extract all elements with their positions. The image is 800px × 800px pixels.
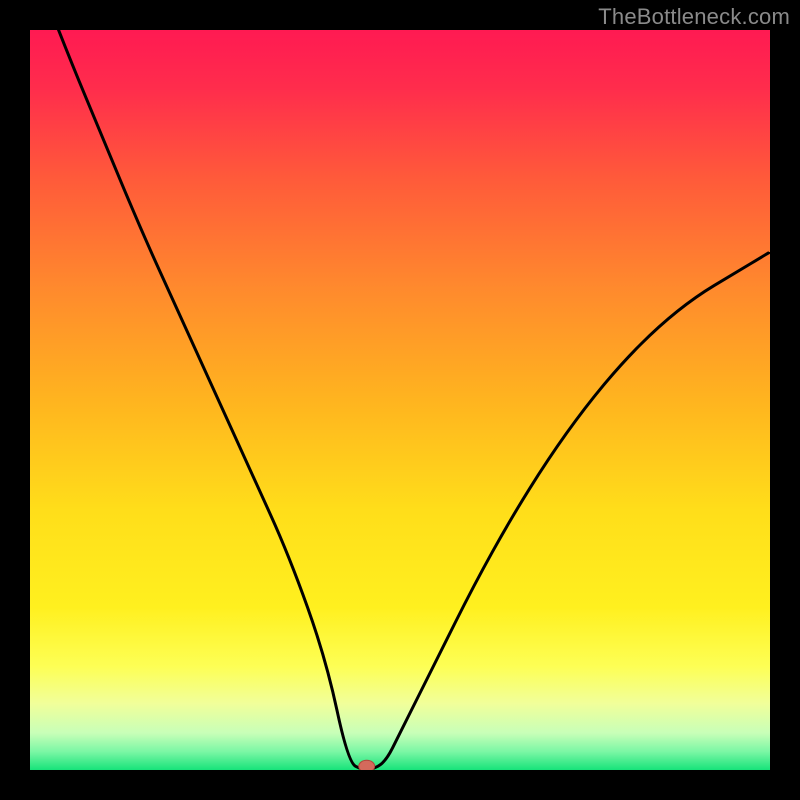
optimal-point-marker <box>359 760 375 770</box>
watermark-text: TheBottleneck.com <box>598 4 790 30</box>
plot-area <box>30 30 770 770</box>
gradient-background <box>30 30 770 770</box>
chart-svg <box>30 30 770 770</box>
chart-frame: TheBottleneck.com <box>0 0 800 800</box>
